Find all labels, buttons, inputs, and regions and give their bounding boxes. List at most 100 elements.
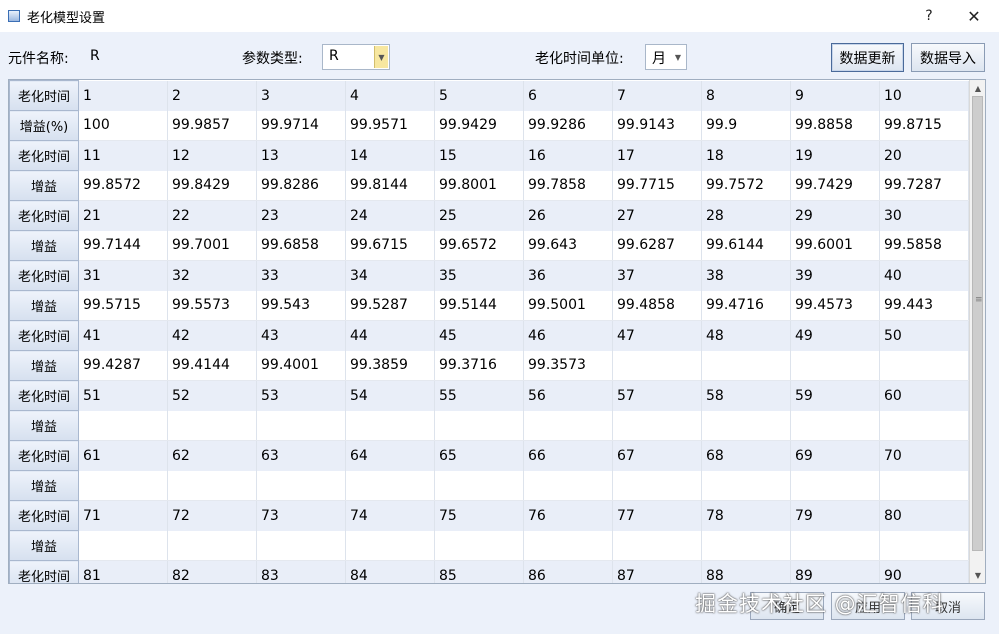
aging-time-cell[interactable]: 80 xyxy=(879,500,969,531)
aging-time-cell[interactable]: 63 xyxy=(256,440,346,471)
aging-time-cell[interactable]: 30 xyxy=(879,200,969,231)
gain-cell[interactable]: 99.8144 xyxy=(345,170,435,201)
update-data-button[interactable]: 数据更新 xyxy=(831,43,904,72)
aging-time-cell[interactable]: 52 xyxy=(167,380,257,411)
gain-cell[interactable] xyxy=(434,530,524,561)
aging-time-cell[interactable]: 14 xyxy=(345,140,435,171)
gain-cell[interactable]: 99.9 xyxy=(701,110,791,141)
gain-cell[interactable] xyxy=(701,410,791,441)
aging-time-cell[interactable]: 19 xyxy=(790,140,880,171)
gain-cell[interactable]: 99.7715 xyxy=(612,170,702,201)
gain-cell[interactable] xyxy=(790,470,880,501)
gain-cell[interactable] xyxy=(612,410,702,441)
gain-cell[interactable] xyxy=(612,530,702,561)
aging-time-cell[interactable]: 18 xyxy=(701,140,791,171)
gain-cell[interactable] xyxy=(434,410,524,441)
gain-cell[interactable] xyxy=(78,530,168,561)
aging-time-cell[interactable]: 76 xyxy=(523,500,613,531)
gain-cell[interactable]: 99.6001 xyxy=(790,230,880,261)
gain-cell[interactable]: 99.6287 xyxy=(612,230,702,261)
gain-cell[interactable] xyxy=(523,470,613,501)
gain-cell[interactable]: 99.7858 xyxy=(523,170,613,201)
gain-cell[interactable]: 99.7001 xyxy=(167,230,257,261)
aging-time-cell[interactable]: 33 xyxy=(256,260,346,291)
aging-time-cell[interactable]: 68 xyxy=(701,440,791,471)
vertical-scrollbar[interactable]: ▲ ≡ ▼ xyxy=(969,80,985,583)
aging-time-cell[interactable]: 79 xyxy=(790,500,880,531)
gain-cell[interactable] xyxy=(790,410,880,441)
aging-time-cell[interactable]: 62 xyxy=(167,440,257,471)
gain-cell[interactable] xyxy=(612,350,702,381)
aging-time-cell[interactable]: 21 xyxy=(78,200,168,231)
aging-time-cell[interactable]: 48 xyxy=(701,320,791,351)
aging-time-cell[interactable]: 8 xyxy=(701,80,791,111)
aging-time-cell[interactable]: 69 xyxy=(790,440,880,471)
aging-time-cell[interactable]: 16 xyxy=(523,140,613,171)
aging-time-cell[interactable]: 58 xyxy=(701,380,791,411)
gain-cell[interactable]: 99.5144 xyxy=(434,290,524,321)
aging-time-cell[interactable]: 60 xyxy=(879,380,969,411)
aging-time-cell[interactable]: 12 xyxy=(167,140,257,171)
gain-cell[interactable] xyxy=(879,470,969,501)
gain-cell[interactable]: 99.6858 xyxy=(256,230,346,261)
aging-time-cell[interactable]: 50 xyxy=(879,320,969,351)
gain-cell[interactable]: 99.9143 xyxy=(612,110,702,141)
aging-time-cell[interactable]: 57 xyxy=(612,380,702,411)
gain-cell[interactable]: 99.9429 xyxy=(434,110,524,141)
aging-time-cell[interactable]: 67 xyxy=(612,440,702,471)
gain-cell[interactable]: 99.5858 xyxy=(879,230,969,261)
gain-cell[interactable] xyxy=(256,470,346,501)
gain-cell[interactable]: 99.5001 xyxy=(523,290,613,321)
gain-cell[interactable] xyxy=(434,470,524,501)
gain-cell[interactable] xyxy=(879,410,969,441)
aging-time-cell[interactable]: 26 xyxy=(523,200,613,231)
gain-cell[interactable]: 99.4573 xyxy=(790,290,880,321)
aging-time-cell[interactable]: 83 xyxy=(256,560,346,583)
import-data-button[interactable]: 数据导入 xyxy=(911,43,985,72)
aging-time-cell[interactable]: 56 xyxy=(523,380,613,411)
gain-cell[interactable] xyxy=(523,530,613,561)
aging-time-cell[interactable]: 65 xyxy=(434,440,524,471)
aging-time-cell[interactable]: 49 xyxy=(790,320,880,351)
gain-cell[interactable] xyxy=(345,410,435,441)
aging-time-cell[interactable]: 47 xyxy=(612,320,702,351)
gain-cell[interactable] xyxy=(701,350,791,381)
gain-cell[interactable]: 99.9857 xyxy=(167,110,257,141)
aging-time-cell[interactable]: 66 xyxy=(523,440,613,471)
aging-time-cell[interactable]: 36 xyxy=(523,260,613,291)
gain-cell[interactable] xyxy=(167,530,257,561)
param-type-select[interactable]: R ▼ xyxy=(322,44,390,70)
aging-time-cell[interactable]: 15 xyxy=(434,140,524,171)
aging-time-cell[interactable]: 43 xyxy=(256,320,346,351)
gain-cell[interactable]: 99.4716 xyxy=(701,290,791,321)
aging-time-cell[interactable]: 87 xyxy=(612,560,702,583)
gain-cell[interactable]: 99.443 xyxy=(879,290,969,321)
aging-time-cell[interactable]: 61 xyxy=(78,440,168,471)
aging-time-cell[interactable]: 4 xyxy=(345,80,435,111)
aging-time-cell[interactable]: 23 xyxy=(256,200,346,231)
gain-cell[interactable] xyxy=(78,470,168,501)
aging-time-cell[interactable]: 28 xyxy=(701,200,791,231)
gain-cell[interactable] xyxy=(790,350,880,381)
gain-cell[interactable] xyxy=(256,530,346,561)
gain-cell[interactable]: 99.8286 xyxy=(256,170,346,201)
aging-time-cell[interactable]: 64 xyxy=(345,440,435,471)
time-unit-select[interactable]: 月 ▼ xyxy=(645,44,687,70)
gain-cell[interactable] xyxy=(701,530,791,561)
gain-cell[interactable]: 99.6144 xyxy=(701,230,791,261)
gain-cell[interactable]: 99.7572 xyxy=(701,170,791,201)
aging-time-cell[interactable]: 29 xyxy=(790,200,880,231)
aging-time-cell[interactable]: 85 xyxy=(434,560,524,583)
aging-time-cell[interactable]: 9 xyxy=(790,80,880,111)
aging-time-cell[interactable]: 72 xyxy=(167,500,257,531)
gain-cell[interactable] xyxy=(256,410,346,441)
close-button[interactable]: ✕ xyxy=(951,0,997,32)
chevron-down-icon[interactable]: ▼ xyxy=(671,46,685,68)
aging-time-cell[interactable]: 45 xyxy=(434,320,524,351)
aging-time-cell[interactable]: 55 xyxy=(434,380,524,411)
aging-time-cell[interactable]: 20 xyxy=(879,140,969,171)
gain-cell[interactable]: 99.9286 xyxy=(523,110,613,141)
gain-cell[interactable]: 99.5573 xyxy=(167,290,257,321)
aging-time-cell[interactable]: 82 xyxy=(167,560,257,583)
gain-cell[interactable]: 99.9571 xyxy=(345,110,435,141)
